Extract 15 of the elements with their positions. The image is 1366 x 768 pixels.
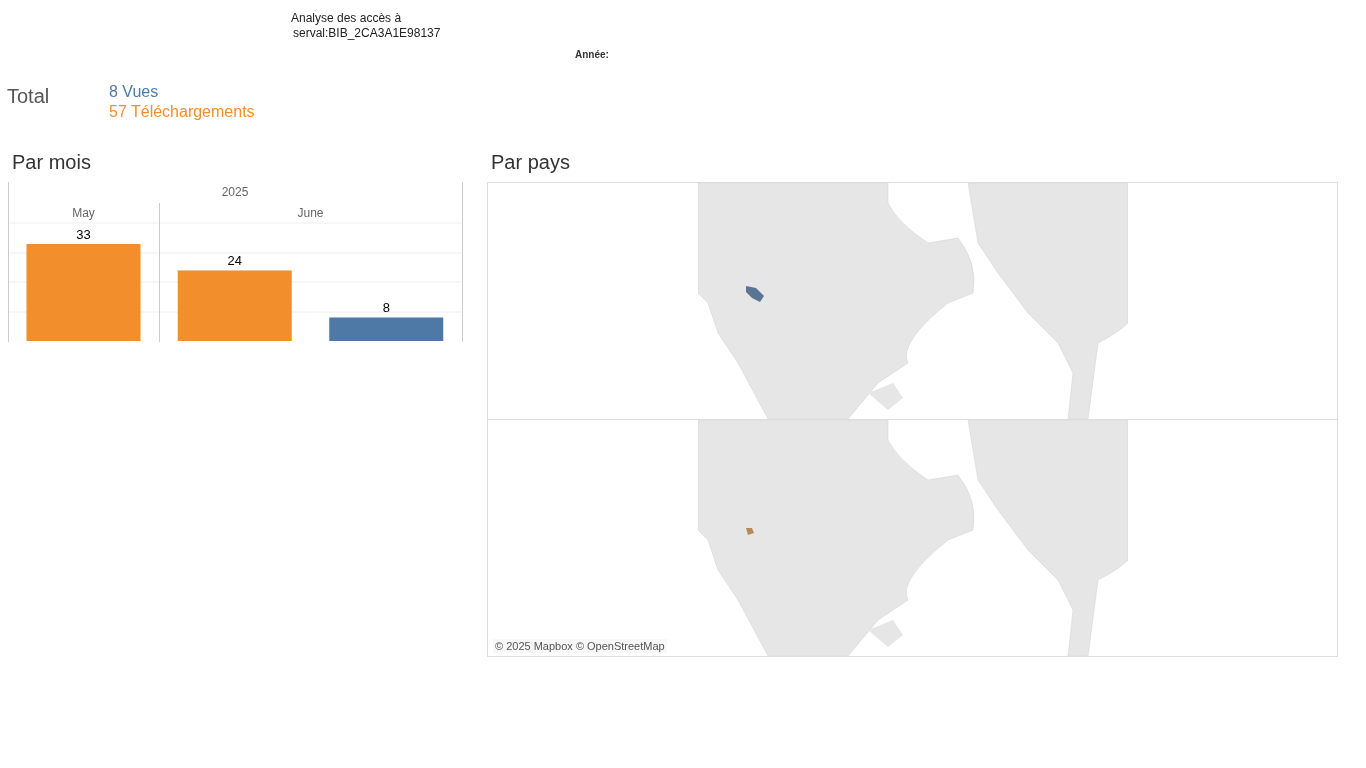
month-header: June: [297, 206, 324, 220]
year-header: 2025: [221, 185, 249, 199]
year-filter-label: Année:: [575, 49, 610, 60]
section-title: Par pays: [491, 150, 571, 174]
bar-value-label: 8: [382, 300, 390, 316]
downloads-total: 57 Téléchargements: [109, 102, 255, 122]
section-title: Par mois: [12, 150, 92, 174]
report-title: Analyse des accès à: [291, 11, 403, 26]
month-header: May: [72, 206, 95, 220]
bar-value-label: 24: [227, 253, 242, 269]
bar-value-label: 33: [76, 227, 91, 242]
total-label: Total: [7, 84, 51, 109]
map-attribution: © 2025 Mapbox © OpenStreetMap: [493, 639, 667, 653]
report-title: serval:BIB_2CA3A1E98137: [292, 26, 442, 41]
views-total: 8 Vues: [109, 82, 160, 102]
